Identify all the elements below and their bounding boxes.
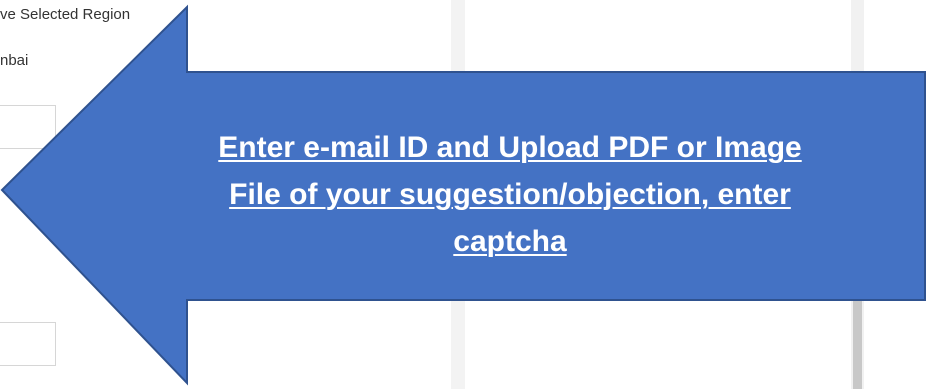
callout-line-1: Enter e-mail ID and Upload PDF or Image (218, 131, 802, 164)
callout-line-2: File of your suggestion/objection, enter (229, 178, 791, 211)
callout-text: Enter e-mail ID and Upload PDF or Image … (140, 124, 880, 265)
callout-line-3: captcha (453, 225, 567, 258)
